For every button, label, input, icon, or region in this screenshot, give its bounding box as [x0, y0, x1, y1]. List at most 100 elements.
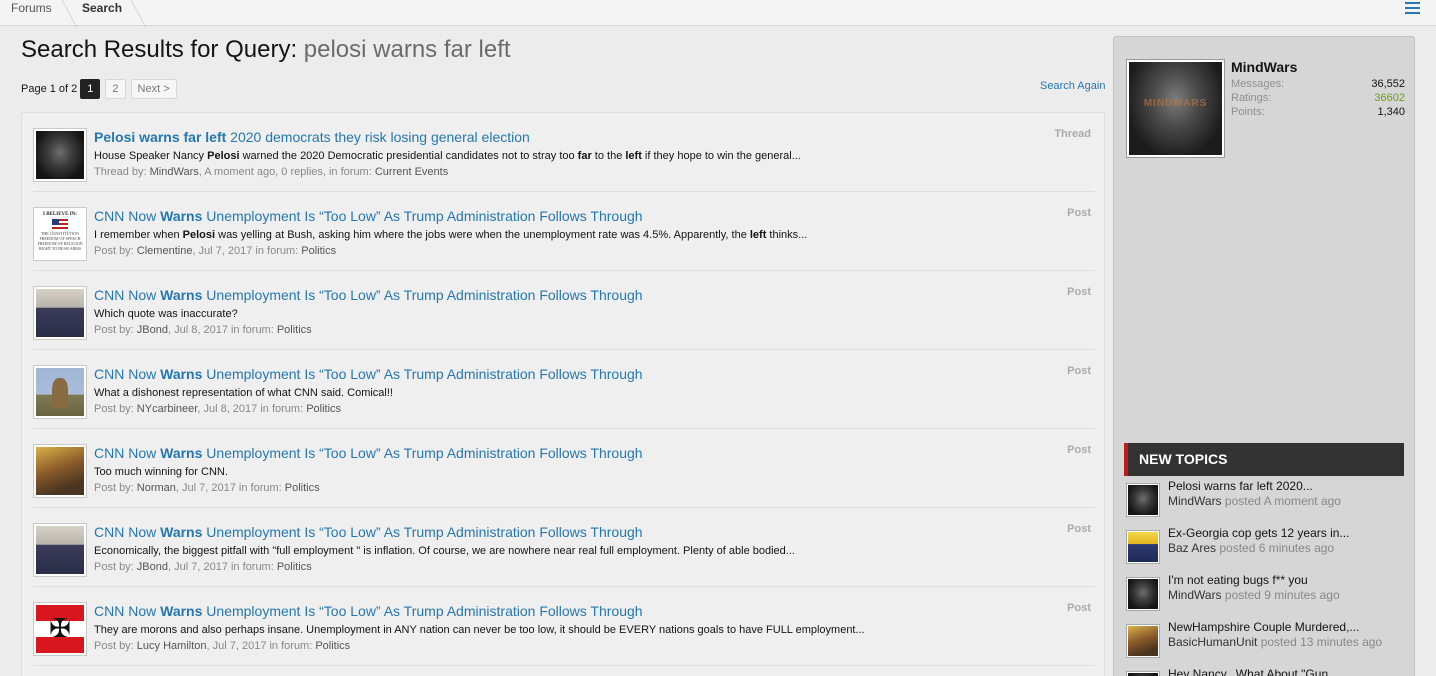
author-link[interactable]: Clementine	[137, 245, 193, 257]
text-fragment: Unemployment Is “Too Low” As Trump Admin…	[202, 366, 643, 382]
breadcrumb-search[interactable]: Search	[82, 0, 122, 25]
next-page-button[interactable]: Next >	[130, 78, 177, 99]
text-fragment: Unemployment Is “Too Low” As Trump Admin…	[202, 603, 643, 619]
dark-face-icon	[1128, 579, 1158, 609]
meta-details: , Jul 7, 2017 in forum:	[168, 561, 277, 573]
search-result-item: CNN Now Warns Unemployment Is “Too Low” …	[33, 587, 1095, 666]
breadcrumb-forums[interactable]: Forums	[11, 0, 52, 25]
highlighted-term: Pelosi	[94, 129, 136, 145]
text-fragment: Economically, the biggest pitfall with "…	[94, 545, 795, 557]
highlighted-term: Warns	[160, 603, 203, 619]
content-type-label: Thread	[1054, 128, 1091, 140]
new-topic-avatar[interactable]	[1126, 577, 1160, 611]
meta-details: , Jul 8, 2017 in forum:	[197, 403, 307, 415]
new-topic-item: Pelosi warns far left 2020... MindWars po…	[1126, 479, 1406, 519]
result-snippet: Economically, the biggest pitfall with "…	[94, 545, 795, 557]
new-topic-meta: MindWars posted 9 minutes ago	[1168, 588, 1340, 602]
new-topic-avatar[interactable]	[1126, 671, 1160, 676]
dark-face-icon	[36, 131, 84, 179]
visitor-stat-ratings: Ratings: 36602	[1231, 92, 1405, 106]
new-topic-user[interactable]: Baz Ares	[1168, 541, 1216, 555]
sidebar: MindWars Messages: 36,552 Ratings: 36602…	[1113, 36, 1415, 676]
pagination: Page 1 of 2 1 2 Next >	[21, 78, 182, 99]
poster-heading: I BELIEVE IN:	[43, 212, 77, 217]
hamburger-menu-icon[interactable]	[1405, 2, 1420, 16]
result-title-link[interactable]: CNN Now Warns Unemployment Is “Too Low” …	[94, 208, 643, 224]
new-topic-avatar[interactable]	[1126, 483, 1160, 517]
result-avatar[interactable]	[33, 128, 87, 182]
forum-link[interactable]: Politics	[306, 403, 341, 415]
new-topic-item: I'm not eating bugs f** you MindWars post…	[1126, 573, 1406, 613]
result-avatar[interactable]	[33, 602, 87, 656]
highlighted-term: Warns	[160, 287, 203, 303]
highlighted-term: Warns	[160, 366, 203, 382]
new-topic-title[interactable]: Hey Nancy...What About "Gun...	[1168, 667, 1338, 676]
dark-face-icon	[1129, 62, 1222, 155]
result-title-link[interactable]: CNN Now Warns Unemployment Is “Too Low” …	[94, 366, 643, 382]
forum-link[interactable]: Politics	[301, 245, 336, 257]
text-fragment: Unemployment Is “Too Low” As Trump Admin…	[202, 445, 643, 461]
forum-link[interactable]: Politics	[277, 561, 312, 573]
author-link[interactable]: MindWars	[150, 166, 199, 178]
text-fragment: was yelling at Bush, asking him where th…	[215, 229, 750, 241]
result-snippet: Which quote was inaccurate?	[94, 308, 238, 320]
result-title-link[interactable]: Pelosi warns far left 2020 democrats the…	[94, 129, 530, 145]
author-link[interactable]: NYcarbineer	[137, 403, 198, 415]
new-topic-title[interactable]: NewHampshire Couple Murdered,...	[1168, 620, 1359, 634]
visitor-username[interactable]: MindWars	[1231, 59, 1297, 75]
text-fragment: CNN Now	[94, 208, 161, 224]
page-1-button[interactable]: 1	[80, 78, 101, 99]
result-snippet: I remember when Pelosi was yelling at Bu…	[94, 229, 807, 241]
text-fragment: CNN Now	[94, 445, 161, 461]
meta-details: , Jul 8, 2017 in forum:	[168, 324, 277, 336]
new-topic-avatar[interactable]	[1126, 530, 1160, 564]
forum-link[interactable]: Current Events	[375, 166, 448, 178]
dusk-landscape-icon	[36, 289, 84, 337]
page-title-prefix: Search Results for Query:	[21, 36, 304, 63]
result-avatar[interactable]: I BELIEVE IN: THE CONSTITUTION FREEDOM OF…	[33, 207, 87, 261]
result-meta: Post by: JBond, Jul 8, 2017 in forum: Po…	[94, 324, 312, 336]
visitor-avatar[interactable]	[1126, 59, 1225, 158]
result-title-link[interactable]: CNN Now Warns Unemployment Is “Too Low” …	[94, 524, 643, 540]
meta-prefix: Post by:	[94, 482, 137, 494]
highlighted-term: Warns	[160, 208, 203, 224]
search-result-item: Pelosi warns far left 2020 democrats the…	[33, 113, 1095, 192]
page-2-button[interactable]: 2	[105, 78, 126, 99]
new-topic-item: Hey Nancy...What About "Gun...	[1126, 667, 1406, 676]
highlighted-term: left	[205, 129, 227, 145]
new-topic-avatar[interactable]	[1126, 624, 1160, 658]
new-topic-title[interactable]: I'm not eating bugs f** you	[1168, 573, 1308, 587]
search-result-item: CNN Now Warns Unemployment Is “Too Low” …	[33, 271, 1095, 350]
meta-prefix: Thread by:	[94, 166, 150, 178]
result-avatar[interactable]	[33, 523, 87, 577]
austrian-flag-icon	[36, 605, 84, 653]
forum-link[interactable]: Politics	[315, 640, 350, 652]
new-topic-user[interactable]: BasicHumanUnit	[1168, 635, 1257, 649]
new-topic-title[interactable]: Ex-Georgia cop gets 12 years in...	[1168, 526, 1349, 540]
result-title-link[interactable]: CNN Now Warns Unemployment Is “Too Low” …	[94, 603, 643, 619]
new-topic-user[interactable]: MindWars	[1168, 494, 1222, 508]
search-again-link[interactable]: Search Again	[1040, 80, 1105, 92]
result-avatar[interactable]	[33, 286, 87, 340]
meta-prefix: Post by:	[94, 245, 137, 257]
new-topic-item: NewHampshire Couple Murdered,... BasicHum…	[1126, 620, 1406, 660]
new-topic-time: posted 6 minutes ago	[1216, 541, 1335, 555]
forum-link[interactable]: Politics	[285, 482, 320, 494]
meta-details: , Jul 7, 2017 in forum:	[175, 482, 285, 494]
result-avatar[interactable]	[33, 365, 87, 419]
result-title-link[interactable]: CNN Now Warns Unemployment Is “Too Low” …	[94, 287, 643, 303]
result-title-link[interactable]: CNN Now Warns Unemployment Is “Too Low” …	[94, 445, 643, 461]
author-link[interactable]: Norman	[137, 482, 176, 494]
creed-poster-icon: I BELIEVE IN: THE CONSTITUTION FREEDOM OF…	[36, 210, 84, 258]
new-topic-title[interactable]: Pelosi warns far left 2020...	[1168, 479, 1313, 493]
result-meta: Post by: Lucy Hamilton, Jul 7, 2017 in f…	[94, 640, 350, 652]
stat-label: Ratings:	[1231, 92, 1272, 104]
author-link[interactable]: Lucy Hamilton	[137, 640, 207, 652]
deer-icon	[36, 368, 84, 416]
meta-details: , Jul 7, 2017 in forum:	[206, 640, 316, 652]
author-link[interactable]: JBond	[137, 561, 168, 573]
new-topic-user[interactable]: MindWars	[1168, 588, 1222, 602]
author-link[interactable]: JBond	[137, 324, 168, 336]
forum-link[interactable]: Politics	[277, 324, 312, 336]
result-avatar[interactable]	[33, 444, 87, 498]
